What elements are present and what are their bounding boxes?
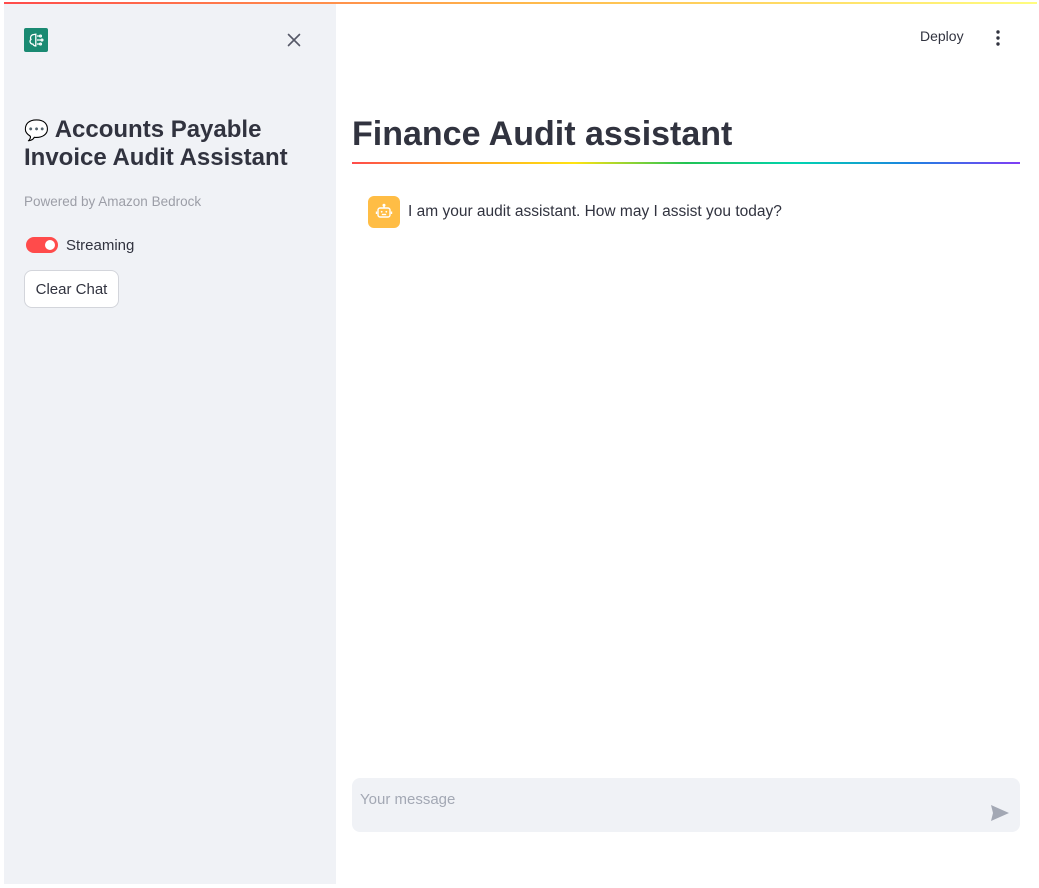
brain-chip-icon bbox=[24, 28, 48, 52]
streaming-toggle-row[interactable]: Streaming bbox=[26, 233, 134, 257]
clear-chat-button[interactable]: Clear Chat bbox=[24, 270, 119, 308]
assistant-message-text: I am your audit assistant. How may I ass… bbox=[408, 203, 782, 220]
send-icon bbox=[991, 805, 1009, 821]
robot-icon bbox=[375, 203, 393, 218]
kebab-menu-icon bbox=[996, 30, 1000, 46]
chat-input-container bbox=[352, 778, 1020, 832]
close-sidebar-button[interactable] bbox=[282, 28, 306, 52]
sidebar-caption: Powered by Amazon Bedrock bbox=[24, 194, 202, 209]
assistant-avatar bbox=[368, 196, 400, 228]
chat-message-input[interactable] bbox=[360, 788, 970, 810]
page-title: Finance Audit assistant bbox=[352, 115, 733, 153]
deploy-button[interactable]: Deploy bbox=[920, 28, 964, 48]
chat-message: I am your audit assistant. How may I ass… bbox=[368, 196, 1008, 228]
close-icon bbox=[287, 33, 301, 47]
streaming-toggle[interactable] bbox=[26, 237, 58, 253]
send-button[interactable] bbox=[988, 802, 1012, 824]
sidebar-title: 💬 Accounts Payable Invoice Audit Assista… bbox=[24, 116, 324, 172]
title-divider bbox=[352, 162, 1020, 164]
toggle-knob bbox=[45, 240, 55, 250]
main-menu-button[interactable] bbox=[988, 28, 1008, 48]
sidebar: 💬 Accounts Payable Invoice Audit Assista… bbox=[4, 4, 336, 884]
speech-bubble-icon: 💬 bbox=[24, 118, 49, 142]
streaming-toggle-label: Streaming bbox=[66, 236, 135, 254]
sidebar-title-text: Accounts Payable Invoice Audit Assistant bbox=[24, 116, 288, 171]
